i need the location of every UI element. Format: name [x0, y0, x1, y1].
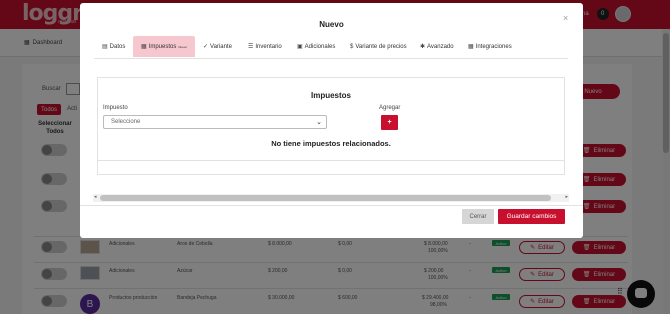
close-button[interactable]: Cerrar: [462, 209, 494, 224]
add-label: Agregar: [379, 105, 401, 111]
tab-adicionales[interactable]: ▣ Adicionales: [297, 36, 335, 57]
scroll-right-icon[interactable]: ▸: [565, 194, 568, 200]
tab-label: Datos: [109, 43, 126, 50]
empty-message: No tiene impuestos relacionados.: [271, 139, 391, 148]
panel-title: Impuestos: [310, 91, 351, 100]
new-product-modal: Nuevo × ▤ Datos ▦ Impuestos Nuevo ✓ Varia…: [80, 3, 583, 238]
list-icon: ☰: [248, 44, 254, 50]
tax-label: Impuesto: [103, 105, 128, 111]
modal-tabs: ▤ Datos ▦ Impuestos Nuevo ✓ Variante ☰ In…: [94, 35, 568, 59]
modal-title: Nuevo: [319, 20, 344, 29]
document-icon: ▤: [102, 44, 108, 50]
tab-datos[interactable]: ▤ Datos: [102, 36, 125, 57]
tab-label: Inventario: [255, 43, 282, 50]
horizontal-scrollbar-thumb[interactable]: [100, 195, 551, 201]
panel-divider: [98, 160, 564, 161]
tab-label: Impuestos: [148, 43, 177, 50]
gear-icon: ✱: [420, 44, 426, 50]
tab-impuestos[interactable]: ▦ Impuestos Nuevo: [133, 36, 196, 57]
tab-label: Adicionales: [304, 43, 336, 50]
add-tax-button[interactable]: +: [381, 115, 398, 130]
tab-integraciones[interactable]: ▦ Integraciones: [468, 36, 512, 57]
grid-icon: ▦: [468, 44, 474, 50]
horizontal-scrollbar[interactable]: ◂ ▸: [93, 194, 569, 202]
new-badge: Nuevo: [178, 44, 188, 49]
cube-icon: ▣: [297, 44, 303, 50]
tax-select[interactable]: Seleccione ⌄: [103, 115, 327, 129]
chevron-down-icon: ⌄: [316, 119, 322, 126]
tax-select-value: Seleccione: [111, 119, 141, 125]
tab-label: Avanzado: [427, 43, 454, 50]
tab-label: Integraciones: [475, 43, 512, 50]
tab-avanzado[interactable]: ✱ Avanzado: [420, 36, 454, 57]
tab-variante[interactable]: ✓ Variante: [203, 36, 232, 57]
close-icon[interactable]: ×: [563, 13, 568, 23]
receipt-icon: ▦: [141, 44, 147, 50]
dollar-icon: $: [350, 43, 354, 50]
save-changes-button[interactable]: Guardar cambios: [498, 209, 565, 224]
taxes-panel: Impuestos Impuesto Seleccione ⌄ Agregar …: [97, 77, 565, 175]
tab-inventario[interactable]: ☰ Inventario: [248, 36, 282, 57]
scroll-left-icon[interactable]: ◂: [94, 194, 97, 200]
tab-label: Variante de precios: [355, 43, 407, 50]
tab-label: Variante: [210, 43, 232, 50]
tab-variante-precios[interactable]: $ Variante de precios: [350, 36, 407, 57]
footer-divider: [80, 205, 583, 206]
check-icon: ✓: [203, 44, 209, 50]
